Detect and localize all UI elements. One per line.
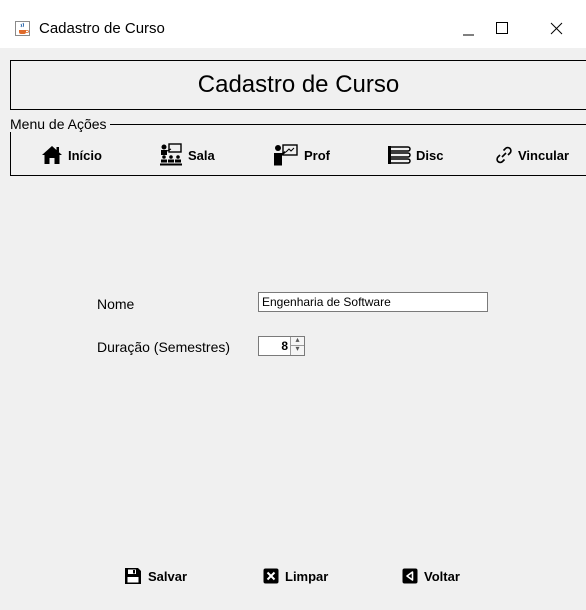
duracao-spinner[interactable]: 8 ▴ ▾ (258, 335, 305, 356)
page-title: Cadastro de Curso (197, 71, 400, 98)
close-icon (550, 22, 563, 35)
menu-item-sala[interactable]: Sala (159, 141, 215, 169)
duracao-label: Duração (Semestres) (97, 339, 231, 355)
salvar-label: Salvar (148, 568, 188, 584)
nome-label: Nome (97, 296, 135, 312)
nome-input[interactable] (258, 292, 488, 312)
menu-item-inicio[interactable]: Início (41, 141, 102, 169)
menu-item-label: Prof (304, 147, 330, 163)
menu-item-label: Vincular (518, 147, 570, 163)
maximize-button[interactable] (490, 14, 530, 44)
voltar-label: Voltar (424, 568, 460, 584)
back-icon (402, 568, 418, 584)
minimize-button[interactable] (448, 14, 488, 44)
maximize-icon (496, 22, 508, 34)
limpar-button[interactable]: Limpar (263, 565, 328, 587)
duracao-value[interactable]: 8 (261, 339, 288, 353)
clear-icon (263, 568, 279, 584)
menu-item-label: Disc (416, 147, 444, 163)
arrow-down-icon: ▾ (295, 344, 300, 353)
minimize-icon (463, 34, 474, 36)
menu-item-label: Início (68, 147, 102, 163)
home-icon (42, 146, 62, 164)
spinner-down-button[interactable]: ▾ (290, 344, 304, 355)
actions-menu-group: Menu de Ações Início Sala Prof Disc Vinc… (10, 116, 586, 176)
link-icon (496, 146, 512, 164)
salvar-button[interactable]: Salvar (124, 565, 187, 587)
menu-item-label: Sala (188, 147, 215, 163)
java-cup-icon (15, 21, 30, 36)
classroom-icon (160, 143, 182, 166)
books-icon (388, 146, 411, 164)
header-panel: Cadastro de Curso (10, 60, 586, 110)
window-title: Cadastro de Curso (39, 20, 165, 37)
limpar-label: Limpar (285, 568, 329, 584)
close-button[interactable] (542, 14, 582, 44)
window-titlebar: Cadastro de Curso (0, 0, 586, 48)
teacher-board-icon (274, 144, 298, 166)
menu-item-vincular[interactable]: Vincular (495, 141, 569, 169)
save-icon (125, 568, 141, 584)
menu-legend: Menu de Ações (10, 116, 110, 132)
voltar-button[interactable]: Voltar (402, 565, 460, 587)
menu-item-prof[interactable]: Prof (273, 141, 330, 169)
menu-item-disc[interactable]: Disc (387, 141, 443, 169)
